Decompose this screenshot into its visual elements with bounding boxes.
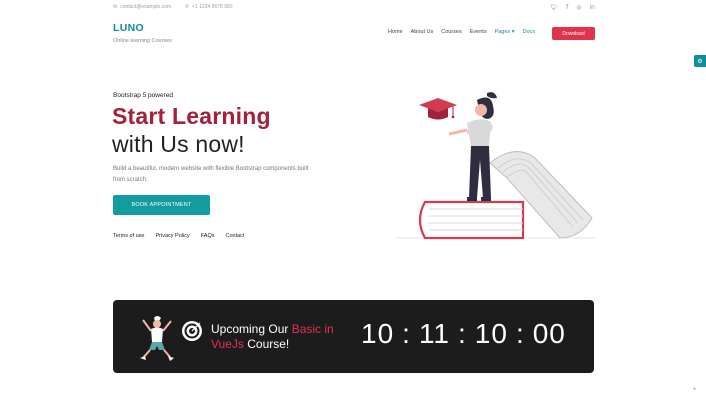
- hero-illustration: [395, 92, 595, 240]
- contact-phone[interactable]: ✆ +1 1234 5678 990: [185, 4, 233, 10]
- brand-tagline: Online learning Courses: [113, 38, 173, 44]
- hero-title-line1: Start Learning: [112, 103, 271, 129]
- timer-separator: :: [402, 318, 411, 349]
- link-privacy-policy[interactable]: Privacy Policy: [155, 233, 189, 239]
- timer-separator: :: [515, 318, 525, 349]
- book-appointment-button[interactable]: BOOK APPOINTMENT: [113, 195, 210, 215]
- nav-item-docs[interactable]: Docs: [522, 29, 535, 35]
- timer-days: 10: [361, 318, 395, 349]
- timer-minutes: 10: [474, 318, 508, 349]
- banner-text-after: Course!: [243, 337, 290, 351]
- header: LUNO Online learning Courses Home About …: [113, 20, 595, 50]
- student-figure-icon: [448, 92, 497, 201]
- social-links: 🐦︎ f ◎ in: [551, 4, 595, 11]
- settings-gear-icon[interactable]: ⚙: [694, 55, 706, 67]
- banner-highlight-2: VueJs: [211, 337, 244, 351]
- download-button[interactable]: Download: [552, 27, 595, 40]
- link-faqs[interactable]: FAQs: [201, 233, 215, 239]
- course-countdown-banner: Upcoming Our Basic in VueJs Course! 10 : …: [113, 300, 594, 373]
- timer-seconds: 00: [532, 318, 566, 349]
- graduation-cap-icon: [419, 98, 457, 120]
- phone-icon: ✆: [184, 4, 190, 10]
- target-icon: [182, 321, 202, 341]
- facebook-icon[interactable]: f: [566, 4, 568, 11]
- banner-text: Upcoming Our Basic in VueJs Course!: [211, 322, 351, 352]
- flat-book-icon: [418, 200, 525, 240]
- twitter-icon[interactable]: 🐦︎: [551, 4, 559, 11]
- contact-email[interactable]: ✉ contact@example.com: [113, 4, 171, 10]
- top-bar: ✉ contact@example.com · ✆ +1 1234 5678 9…: [113, 0, 595, 14]
- link-contact[interactable]: Contact: [225, 233, 244, 239]
- nav-item-courses[interactable]: Courses: [441, 29, 461, 35]
- banner-highlight-1: Basic in: [291, 322, 334, 336]
- nav-item-pages[interactable]: Pages ▾: [495, 29, 515, 35]
- jumping-person-icon: [140, 316, 174, 361]
- nav-item-events[interactable]: Events: [470, 29, 487, 35]
- linkedin-icon[interactable]: in: [590, 4, 595, 11]
- phone-text[interactable]: +1 1234 5678 990: [192, 4, 232, 10]
- sparkle-icon: ✦: [692, 387, 698, 393]
- email-text[interactable]: contact@example.com: [120, 4, 171, 10]
- nav-item-about-us[interactable]: About Us: [411, 29, 434, 35]
- link-terms-of-use[interactable]: Terms of use: [113, 233, 144, 239]
- hero-title-line2: with Us now!: [112, 131, 245, 157]
- timer-hours: 11: [418, 318, 451, 349]
- nav-item-home[interactable]: Home: [388, 29, 403, 35]
- divider: ·: [177, 4, 179, 10]
- main-nav: Home About Us Courses Events Pages ▾ Doc…: [388, 29, 535, 35]
- hero-links: Terms of use Privacy Policy FAQs Contact: [113, 233, 244, 239]
- hero-description: Build a beautiful, modern website with f…: [113, 166, 309, 183]
- timer-separator: :: [458, 318, 467, 349]
- envelope-icon: ✉: [113, 4, 118, 10]
- countdown-timer: 10 : 11 : 10 : 00: [361, 318, 566, 350]
- hero-eyebrow: Bootstrap 5 powered: [113, 92, 173, 99]
- banner-text-before: Upcoming Our: [211, 322, 292, 336]
- brand-logo[interactable]: LUNO: [113, 22, 144, 34]
- instagram-icon[interactable]: ◎: [576, 4, 581, 11]
